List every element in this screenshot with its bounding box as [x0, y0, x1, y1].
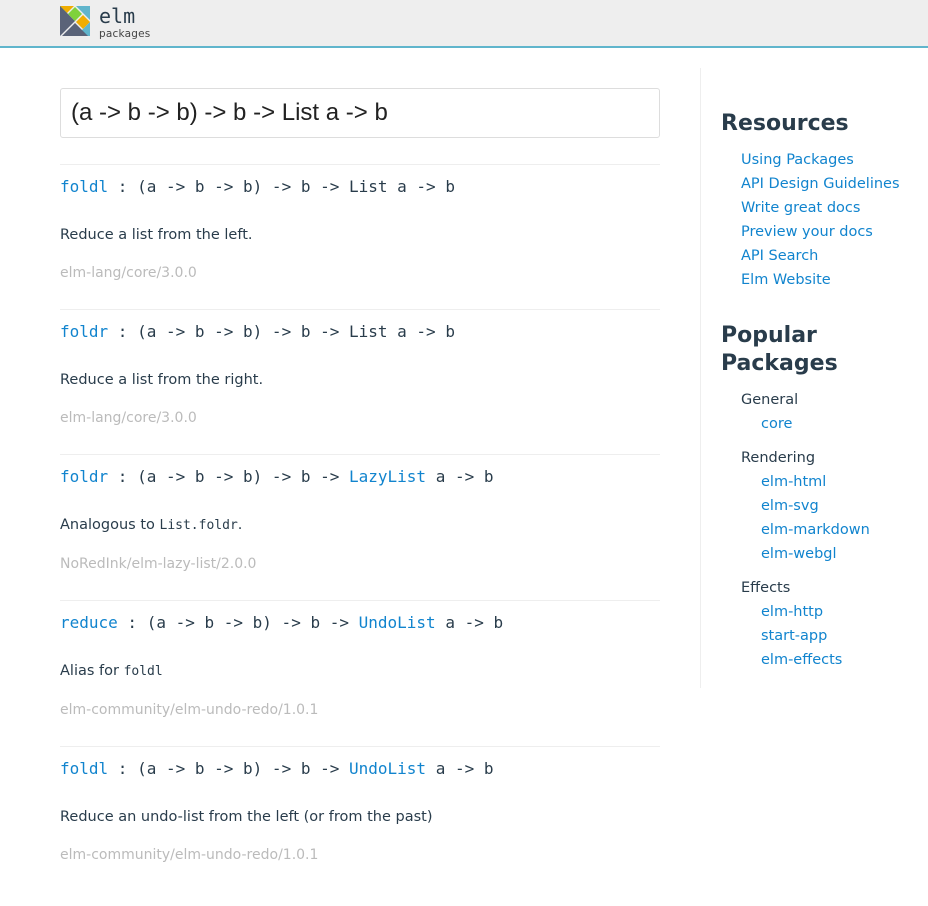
package-version-link[interactable]: elm-community/elm-undo-redo/1.0.1	[60, 845, 318, 865]
resource-link[interactable]: API Search	[741, 248, 818, 264]
package-version-link[interactable]: NoRedInk/elm-lazy-list/2.0.0	[60, 554, 256, 574]
package-version-link[interactable]: elm-community/elm-undo-redo/1.0.1	[60, 700, 318, 720]
elm-packages-logo[interactable]: elm packages	[60, 6, 150, 40]
popular-packages-list: General core Rendering elm-html elm-svg elm-m…	[721, 388, 928, 672]
type-signature: foldl : (a -> b -> b) -> b -> List a -> …	[60, 177, 660, 197]
category-name: Rendering	[741, 450, 816, 466]
resource-item: API Design Guidelines	[741, 172, 928, 196]
logo-subtitle: packages	[99, 28, 151, 40]
description-code: List.foldr	[159, 518, 238, 533]
package-link[interactable]: elm-svg	[761, 498, 819, 514]
resource-item: Write great docs	[741, 196, 928, 220]
results-list: foldl : (a -> b -> b) -> b -> List a -> …	[60, 164, 660, 865]
search-result: foldr : (a -> b -> b) -> b -> LazyList a…	[60, 454, 660, 574]
resource-link[interactable]: Preview your docs	[741, 224, 873, 240]
result-description: Analogous to List.foldr.	[60, 515, 660, 536]
signature-text: : (a -> b -> b) -> b ->	[117, 613, 359, 632]
search-result: foldr : (a -> b -> b) -> b -> List a -> …	[60, 309, 660, 428]
result-description: Reduce a list from the right.	[60, 370, 660, 390]
package-version-link[interactable]: elm-lang/core/3.0.0	[60, 408, 197, 428]
function-name-link[interactable]: foldl	[60, 177, 108, 196]
elm-tangram-icon	[60, 6, 90, 36]
category-name: Effects	[741, 580, 791, 596]
description-text: Reduce an undo-list from the left (or fr…	[60, 809, 433, 825]
package-item: elm-markdown	[761, 518, 928, 542]
function-name-link[interactable]: foldr	[60, 467, 108, 486]
package-item: elm-svg	[761, 494, 928, 518]
result-description: Alias for foldl	[60, 661, 660, 682]
search-input[interactable]	[60, 88, 660, 138]
function-name-link[interactable]: foldr	[60, 322, 108, 341]
package-category: Rendering elm-html elm-svg elm-markdown elm-…	[741, 446, 928, 566]
package-link[interactable]: elm-html	[761, 474, 826, 490]
package-category: Effects elm-http start-app elm-effects	[741, 576, 928, 672]
signature-text: : (a -> b -> b) -> b ->	[108, 467, 349, 486]
top-header: elm packages	[0, 0, 928, 48]
package-item: elm-http	[761, 600, 928, 624]
resource-link[interactable]: Write great docs	[741, 200, 860, 216]
package-item: elm-html	[761, 470, 928, 494]
package-link[interactable]: elm-webgl	[761, 546, 837, 562]
package-item: start-app	[761, 624, 928, 648]
resource-link[interactable]: Using Packages	[741, 152, 854, 168]
function-name-link[interactable]: reduce	[60, 613, 118, 632]
category-packages: elm-html elm-svg elm-markdown elm-webgl	[761, 470, 928, 566]
package-link[interactable]: elm-effects	[761, 652, 842, 668]
description-text-tail: .	[237, 517, 243, 533]
resources-list: Using Packages API Design Guidelines Write…	[741, 148, 928, 292]
signature-text-tail: a -> b	[426, 759, 494, 778]
type-signature: foldr : (a -> b -> b) -> b -> LazyList a…	[60, 467, 660, 487]
search-results-column: foldl : (a -> b -> b) -> b -> List a -> …	[60, 88, 660, 865]
result-description: Reduce an undo-list from the left (or fr…	[60, 807, 660, 827]
package-item: elm-webgl	[761, 542, 928, 566]
resource-item: Elm Website	[741, 268, 928, 292]
signature-text: : (a -> b -> b) -> b -> List a -> b	[108, 322, 455, 341]
search-result: foldl : (a -> b -> b) -> b -> List a -> …	[60, 164, 660, 283]
popular-packages-heading: Popular Packages	[721, 323, 838, 376]
signature-text: : (a -> b -> b) -> b ->	[108, 759, 349, 778]
resource-item: API Search	[741, 244, 928, 268]
package-link[interactable]: core	[761, 416, 792, 432]
package-version-link[interactable]: elm-lang/core/3.0.0	[60, 263, 197, 283]
search-result: reduce : (a -> b -> b) -> b -> UndoList …	[60, 600, 660, 720]
category-packages: elm-http start-app elm-effects	[761, 600, 928, 672]
type-signature: foldr : (a -> b -> b) -> b -> List a -> …	[60, 322, 660, 342]
category-name: General	[741, 392, 799, 408]
resources-heading: Resources	[721, 111, 849, 136]
type-link[interactable]: UndoList	[359, 613, 436, 632]
description-text: Alias for	[60, 663, 124, 679]
resource-item: Using Packages	[741, 148, 928, 172]
package-link[interactable]: start-app	[761, 628, 827, 644]
function-name-link[interactable]: foldl	[60, 759, 108, 778]
type-signature: reduce : (a -> b -> b) -> b -> UndoList …	[60, 613, 660, 633]
description-code: foldl	[123, 664, 163, 679]
type-link[interactable]: LazyList	[349, 467, 426, 486]
package-item: core	[761, 412, 928, 436]
resource-item: Preview your docs	[741, 220, 928, 244]
package-category: General core	[741, 388, 928, 436]
result-description: Reduce a list from the left.	[60, 225, 660, 245]
description-text: Reduce a list from the right.	[60, 372, 264, 388]
search-result: foldl : (a -> b -> b) -> b -> UndoList a…	[60, 746, 660, 865]
category-packages: core	[761, 412, 928, 436]
type-link[interactable]: UndoList	[349, 759, 426, 778]
description-text: Reduce a list from the left.	[60, 227, 253, 243]
signature-text: : (a -> b -> b) -> b -> List a -> b	[108, 177, 455, 196]
resource-link[interactable]: Elm Website	[741, 272, 831, 288]
signature-text-tail: a -> b	[435, 613, 504, 632]
type-signature: foldl : (a -> b -> b) -> b -> UndoList a…	[60, 759, 660, 779]
logo-name: elm	[99, 4, 136, 28]
description-text: Analogous to	[60, 517, 160, 533]
signature-text-tail: a -> b	[426, 467, 494, 486]
sidebar: Resources Using Packages API Design Guide…	[700, 68, 928, 688]
package-item: elm-effects	[761, 648, 928, 672]
resource-link[interactable]: API Design Guidelines	[741, 176, 900, 192]
package-link[interactable]: elm-http	[761, 604, 823, 620]
package-link[interactable]: elm-markdown	[761, 522, 870, 538]
